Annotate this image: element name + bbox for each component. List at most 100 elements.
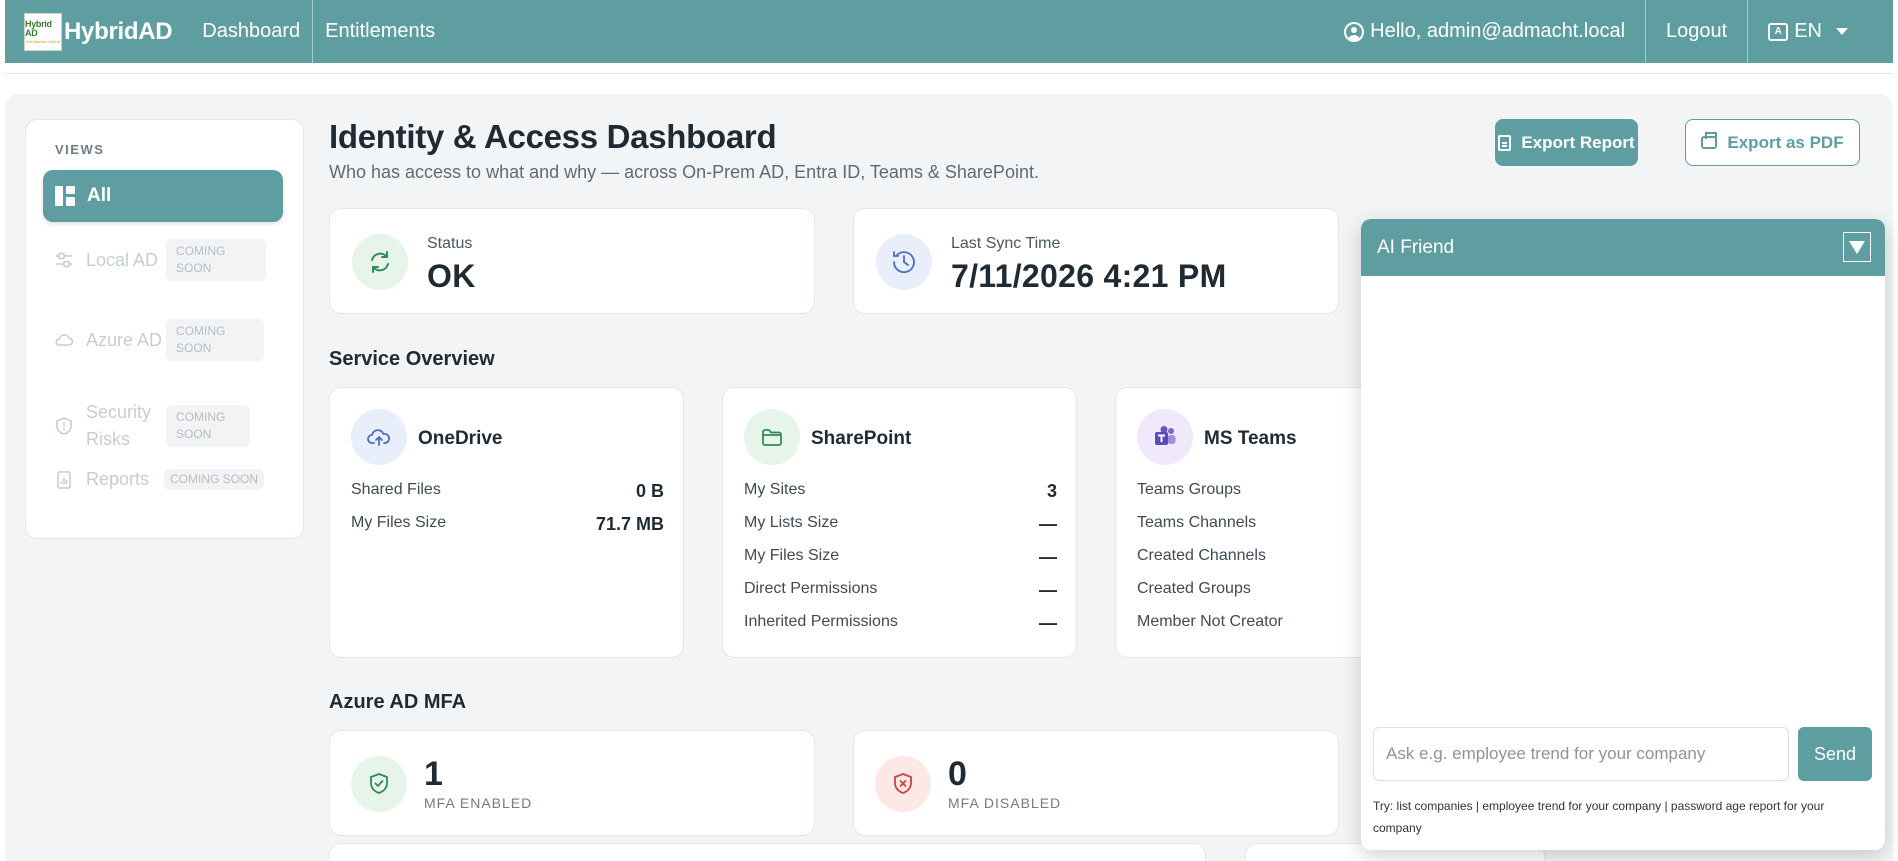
shield-icon xyxy=(54,416,74,436)
onedrive-title: OneDrive xyxy=(418,428,503,449)
row-value: — xyxy=(1039,547,1057,567)
logo-text: Hybrid AD xyxy=(25,18,52,38)
row-label: Shared Files xyxy=(351,481,441,498)
folder-icon xyxy=(744,409,800,465)
last-sync-label: Last Sync Time xyxy=(951,235,1061,252)
ai-chat-header: AI Friend xyxy=(1361,219,1885,276)
ai-chat-panel: AI Friend Send Try: list companies | emp… xyxy=(1361,219,1885,850)
export-report-label: Export Report xyxy=(1521,132,1635,152)
send-button[interactable]: Send xyxy=(1798,727,1872,781)
ai-chat-input[interactable] xyxy=(1373,727,1789,781)
sidebar-item-security-risks[interactable]: Security Risks COMING SOON xyxy=(54,399,250,453)
caret-down-icon xyxy=(1836,28,1848,35)
mfa-section-title: Azure AD MFA xyxy=(329,691,467,713)
export-report-button[interactable]: Export Report xyxy=(1495,119,1638,166)
row-label: Direct Permissions xyxy=(744,580,878,597)
last-sync-value: 7/11/2026 4:21 PM xyxy=(951,258,1227,294)
row-value: 0 B xyxy=(635,481,664,501)
row-label: Created Channels xyxy=(1137,547,1266,564)
language-label: EN xyxy=(1794,20,1822,42)
mfa-disabled-count: 0 xyxy=(948,755,967,793)
collapse-button[interactable] xyxy=(1843,232,1871,262)
last-sync-card: Last Sync Time 7/11/2026 4:21 PM xyxy=(853,208,1339,314)
teams-icon xyxy=(1137,409,1193,465)
coming-soon-badge: COMING SOON xyxy=(166,239,266,281)
onedrive-card: OneDrive Shared Files 0 B My Files Size … xyxy=(329,387,684,658)
coming-soon-badge: COMING SOON xyxy=(164,469,265,490)
nav-dashboard-link[interactable]: Dashboard xyxy=(190,0,312,63)
row-label: Teams Groups xyxy=(1137,481,1242,498)
list-item: My Sites 3 xyxy=(744,481,1057,502)
brand[interactable]: Hybrid AD Wir Machen Hybrid HybridAD xyxy=(24,12,173,51)
sharepoint-card: SharePoint My Sites 3 My Lists Size — My… xyxy=(722,387,1077,658)
greeting-text: Hello, admin@admacht.local xyxy=(1370,20,1626,42)
row-label: My Files Size xyxy=(744,547,840,564)
row-value: 3 xyxy=(1046,481,1057,501)
clock-icon xyxy=(876,234,932,290)
list-item: Created Groups xyxy=(1137,580,1251,598)
list-item: Shared Files 0 B xyxy=(351,481,664,502)
row-value: 71.7 MB xyxy=(595,514,664,534)
sidebar-item-all[interactable]: All xyxy=(43,170,283,222)
list-item: My Lists Size — xyxy=(744,514,1057,535)
list-item: Direct Permissions — xyxy=(744,580,1057,601)
nav-right: Hello, admin@admacht.local Logout A EN xyxy=(1324,0,1893,63)
row-label: Created Groups xyxy=(1137,580,1251,597)
sidebar-item-azure-ad[interactable]: Azure AD COMING SOON xyxy=(54,319,264,361)
row-value: — xyxy=(1039,613,1057,633)
report-icon xyxy=(54,470,74,490)
ai-suggestions-hint: Try: list companies | employee trend for… xyxy=(1373,799,1825,835)
printer-icon xyxy=(1701,132,1718,149)
language-dropdown[interactable]: A EN xyxy=(1748,0,1893,63)
list-item: Member Not Creator xyxy=(1137,613,1283,631)
logo-tagline: Wir Machen Hybrid xyxy=(25,38,60,44)
list-item: Created Channels xyxy=(1137,547,1266,565)
ai-chat-title: AI Friend xyxy=(1377,236,1455,258)
sidebar-item-label: Local AD xyxy=(86,249,159,270)
list-item: Inherited Permissions — xyxy=(744,613,1057,634)
document-icon xyxy=(1498,134,1512,151)
coming-soon-badge: COMING SOON xyxy=(166,405,250,447)
status-card: Status OK xyxy=(329,208,815,314)
row-label: Member Not Creator xyxy=(1137,613,1283,630)
logout-link[interactable]: Logout xyxy=(1646,0,1747,63)
list-item: My Files Size 71.7 MB xyxy=(351,514,664,535)
sidebar-item-label: All xyxy=(87,185,112,206)
shield-check-icon xyxy=(351,756,407,812)
views-heading: VIEWS xyxy=(55,142,105,157)
sidebar-item-label: Azure AD xyxy=(86,329,163,350)
list-item: Teams Channels xyxy=(1137,514,1256,532)
sidebar-item-reports[interactable]: Reports COMING SOON xyxy=(54,466,265,493)
row-label: My Lists Size xyxy=(744,514,839,531)
page-subtitle: Who has access to what and why — across … xyxy=(329,162,1039,182)
export-pdf-button[interactable]: Export as PDF xyxy=(1685,119,1860,166)
brand-name: HybridAD xyxy=(64,17,173,45)
logo: Hybrid AD Wir Machen Hybrid xyxy=(24,12,62,51)
mfa-enabled-label: MFA ENABLED xyxy=(424,795,533,811)
sliders-icon xyxy=(54,250,74,270)
row-label: My Files Size xyxy=(351,514,447,531)
row-value: — xyxy=(1039,580,1057,600)
mfa-enabled-count: 1 xyxy=(424,755,443,793)
sharepoint-title: SharePoint xyxy=(811,428,912,449)
service-overview-title: Service Overview xyxy=(329,348,495,370)
sidebar-item-local-ad[interactable]: Local AD COMING SOON xyxy=(54,239,266,281)
coming-soon-badge: COMING SOON xyxy=(166,319,264,361)
sync-icon xyxy=(352,234,408,290)
user-greeting: Hello, admin@admacht.local xyxy=(1324,0,1645,63)
shield-x-icon xyxy=(875,756,931,812)
triangle-down-icon xyxy=(1849,240,1865,254)
mfa-disabled-card: 0 MFA DISABLED xyxy=(853,730,1339,836)
nav-entitlements-link[interactable]: Entitlements xyxy=(313,0,447,63)
cloud-icon xyxy=(54,330,74,350)
cloud-upload-icon xyxy=(351,409,407,465)
row-label: My Sites xyxy=(744,481,806,498)
sidebar-item-label: Reports xyxy=(86,469,150,489)
divider xyxy=(5,73,1893,74)
export-pdf-label: Export as PDF xyxy=(1727,132,1844,152)
bottom-card xyxy=(329,843,1206,861)
row-value: — xyxy=(1039,514,1057,534)
top-navbar: Hybrid AD Wir Machen Hybrid HybridAD Das… xyxy=(5,0,1893,63)
sidebar-item-label: Security Risks xyxy=(86,402,152,449)
user-icon xyxy=(1344,21,1365,42)
